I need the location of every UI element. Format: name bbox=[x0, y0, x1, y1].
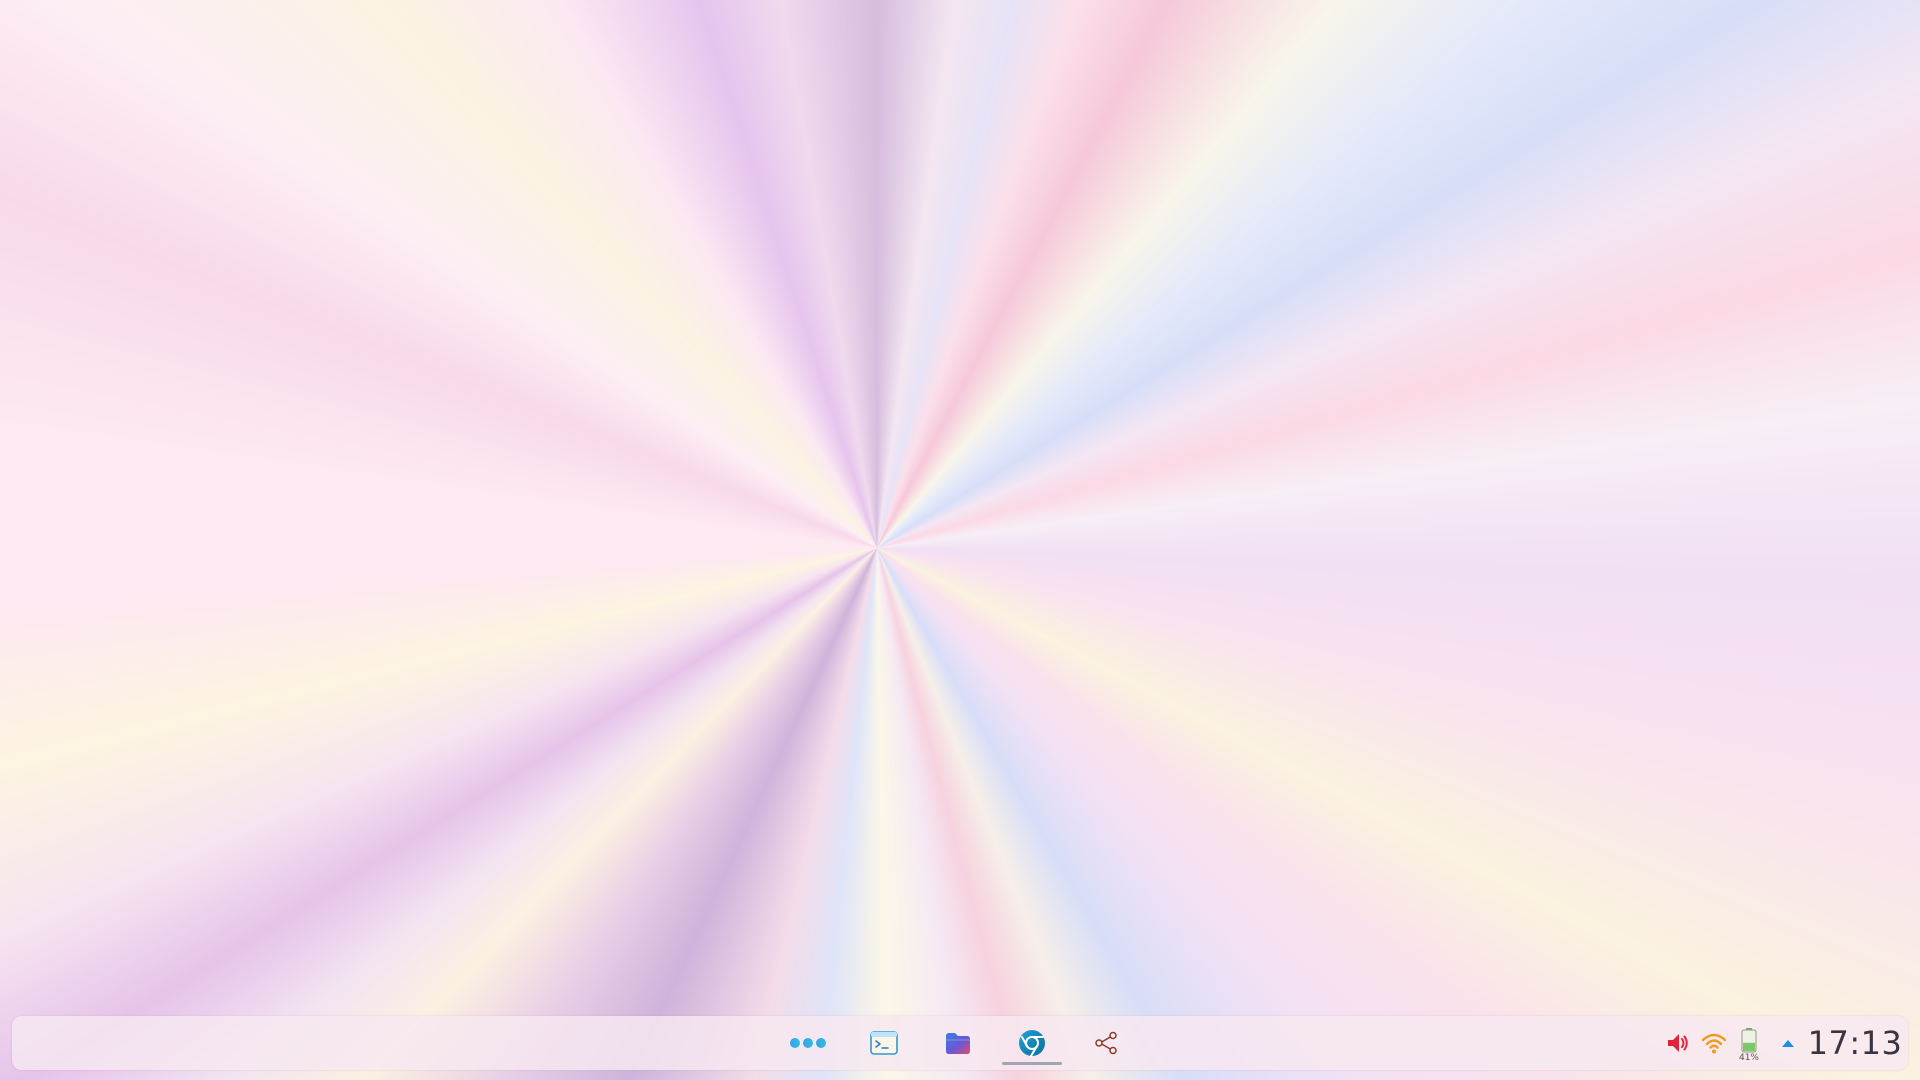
battery-percent-label: 41% bbox=[1738, 1053, 1759, 1063]
battery-button[interactable]: 41% bbox=[1732, 1016, 1766, 1070]
share-button[interactable] bbox=[1079, 1016, 1133, 1070]
app-launcher-dots-icon bbox=[790, 1038, 826, 1048]
taskbar: 41% 17:13 bbox=[12, 1016, 1908, 1070]
browser-icon bbox=[1019, 1030, 1045, 1057]
clock[interactable]: 17:13 bbox=[1808, 1016, 1902, 1070]
active-app-indicator bbox=[1002, 1062, 1062, 1065]
wifi-button[interactable] bbox=[1698, 1016, 1730, 1070]
wallpaper bbox=[0, 0, 1920, 1080]
wifi-icon bbox=[1701, 1033, 1727, 1054]
terminal-button[interactable] bbox=[857, 1016, 911, 1070]
files-button[interactable] bbox=[931, 1016, 985, 1070]
battery-icon bbox=[1741, 1028, 1757, 1053]
app-launcher-button[interactable] bbox=[781, 1016, 835, 1070]
tray-expand-button[interactable] bbox=[1776, 1016, 1800, 1070]
volume-icon bbox=[1668, 1034, 1688, 1052]
terminal-icon bbox=[870, 1031, 898, 1055]
desktop: 41% 17:13 bbox=[0, 0, 1920, 1080]
share-icon bbox=[1095, 1031, 1117, 1055]
volume-button[interactable] bbox=[1662, 1016, 1694, 1070]
folder-icon bbox=[946, 1033, 970, 1054]
chevron-up-icon bbox=[1782, 1040, 1794, 1047]
